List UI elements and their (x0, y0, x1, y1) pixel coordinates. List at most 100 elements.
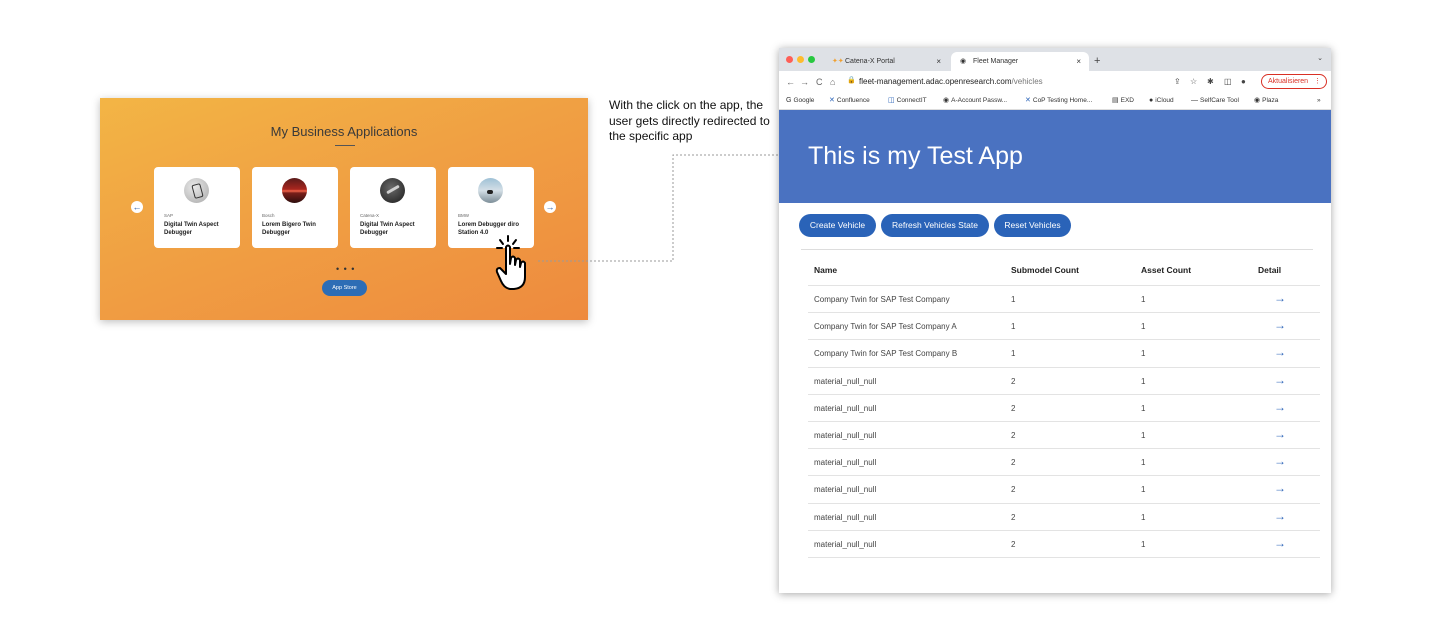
cell-submodel-count: 2 (1011, 431, 1016, 440)
slide-canvas: My Business Applications ← → SAP Digital… (0, 0, 1430, 640)
table-row[interactable]: material_null_null 2 1 → (808, 421, 1320, 448)
app-card-bosch[interactable]: Bosch Lorem Bigero Twin Debugger (252, 167, 338, 248)
phone-icon (184, 178, 209, 203)
bookmark-label: A-Account Passw... (951, 97, 1008, 104)
arrow-right-icon[interactable]: → (1274, 400, 1286, 414)
app-thumbnail-image (478, 178, 503, 203)
cell-submodel-count: 2 (1011, 539, 1016, 549)
cell-asset-count: 1 (1141, 431, 1146, 440)
update-button[interactable]: Aktualisieren ⋮ (1261, 74, 1327, 89)
share-icon[interactable]: ⇪ (1174, 76, 1181, 88)
table-row[interactable]: material_null_null 2 1 → (808, 475, 1320, 502)
folder-icon: ◫ (888, 97, 895, 104)
arrow-right-icon[interactable]: → (1274, 373, 1286, 387)
carousel-prev-icon[interactable]: ← (131, 201, 143, 213)
table-row[interactable]: Company Twin for SAP Test Company B 1 1 → (808, 339, 1320, 366)
bookmark-exd[interactable]: ▤ EXD (1112, 95, 1134, 107)
home-button[interactable]: ⌂ (830, 75, 835, 89)
app-vendor: SAP (164, 213, 174, 218)
annotation-text: With the click on the app, the user gets… (609, 98, 770, 143)
cell-submodel-count: 1 (1011, 322, 1016, 332)
arrow-right-icon[interactable]: → (1274, 291, 1286, 305)
address-bar[interactable]: fleet-management.adac.openresearch.com/v… (859, 76, 1043, 88)
refresh-vehicles-state-button[interactable]: Refresh Vehicles State (881, 214, 989, 237)
app-vendor: Catena-X (360, 213, 380, 218)
bookmark-label: Confluence (836, 97, 870, 104)
app-card-catena-x[interactable]: Catena-X Digital Twin Aspect Debugger (350, 167, 436, 248)
cell-asset-count: 1 (1141, 485, 1146, 495)
tab-catena-x-portal[interactable]: ✦✦ Catena-X Portal × (823, 52, 949, 71)
bookmark-label: CoP Testing Home... (1032, 97, 1093, 104)
bookmarks-overflow-icon[interactable]: » (1317, 95, 1321, 107)
table-row[interactable]: Company Twin for SAP Test Company 1 1 → (808, 285, 1320, 312)
bookmark-google[interactable]: G Google (786, 95, 814, 107)
table-bottom-border (808, 557, 1320, 558)
confluence-icon: ✕ (829, 97, 835, 104)
bookmark-cop-testing[interactable]: ✕ CoP Testing Home... (1025, 95, 1092, 107)
table-row[interactable]: material_null_null 2 1 → (808, 448, 1320, 475)
table-row[interactable]: material_null_null 2 1 → (808, 502, 1320, 530)
chevron-down-icon[interactable]: ⌄ (1317, 54, 1323, 62)
bookmark-connectit[interactable]: ◫ ConnectIT (888, 95, 927, 107)
cell-name: material_null_null (814, 512, 877, 522)
lock-icon[interactable]: 🔒 (847, 76, 856, 84)
tab-close-icon[interactable]: × (936, 52, 941, 71)
reset-vehicles-button[interactable]: Reset Vehicles (994, 214, 1071, 237)
bookmark-label: SelfCare Tool (1200, 97, 1239, 104)
document-icon: ▤ (1112, 97, 1119, 104)
cell-asset-count: 1 (1141, 322, 1146, 332)
star-icon[interactable]: ☆ (1190, 76, 1197, 88)
arrow-right-icon[interactable]: → (1274, 481, 1286, 495)
cell-asset-count: 1 (1141, 349, 1146, 359)
bookmark-icloud[interactable]: ● iCloud (1149, 95, 1174, 107)
app-name: Digital Twin Aspect Debugger (360, 222, 415, 236)
table-row[interactable]: material_null_null 2 1 → (808, 529, 1320, 557)
tab-close-icon[interactable]: × (1076, 52, 1081, 71)
arrow-right-icon[interactable]: → (1274, 318, 1286, 332)
column-header-detail: Detail (1258, 265, 1282, 275)
table-row[interactable]: Company Twin for SAP Test Company A 1 1 → (808, 312, 1320, 339)
confluence-icon: ✕ (1025, 97, 1031, 104)
arrow-right-icon[interactable]: → (1274, 509, 1286, 523)
table-row[interactable]: material_null_null 2 1 → (808, 393, 1320, 421)
app-vendor: BMW (458, 213, 469, 218)
menu-dots-icon[interactable]: ⋮ (1314, 75, 1321, 88)
create-vehicle-button[interactable]: Create Vehicle (799, 214, 876, 237)
cell-name: material_null_null (814, 431, 877, 440)
hand-pointer-icon (495, 235, 526, 290)
new-tab-button[interactable]: + (1094, 52, 1100, 71)
window-maximize-button[interactable] (808, 56, 815, 63)
bookmark-label: Plaza (1262, 97, 1279, 104)
window-minimize-button[interactable] (797, 56, 804, 63)
column-header-name: Name (814, 265, 838, 275)
arrow-right-icon[interactable]: → (1274, 345, 1286, 359)
arrow-right-icon[interactable]: → (1274, 536, 1286, 550)
bookmark-plaza[interactable]: ◉ Plaza (1254, 95, 1278, 107)
bookmark-selfcare[interactable]: — SelfCare Tool (1191, 95, 1239, 107)
reload-button[interactable]: C (816, 75, 823, 89)
extensions-icon[interactable]: ✱ (1207, 76, 1214, 88)
arrow-right-icon[interactable]: → (1274, 427, 1286, 441)
url-path: /vehicles (1011, 77, 1043, 86)
bookmark-label: iCloud (1155, 97, 1174, 104)
table-row[interactable]: material_null_null 2 1 → (808, 366, 1320, 394)
bookmarks-bar: G Google ✕ Confluence ◫ ConnectIT ◉ A-Accoun… (779, 93, 1331, 110)
forward-button[interactable]: → (800, 75, 809, 89)
back-button[interactable]: ← (786, 75, 795, 89)
dash-icon: — (1191, 97, 1198, 104)
sidebar-icon[interactable]: ◫ (1224, 76, 1232, 88)
cell-asset-count: 1 (1141, 295, 1146, 304)
carousel-dots[interactable]: • • • (336, 264, 355, 274)
cell-submodel-count: 1 (1011, 295, 1016, 304)
tab-fleet-manager[interactable]: ◉ Fleet Manager × (951, 52, 1089, 71)
carousel-next-icon[interactable]: → (544, 201, 556, 213)
arrow-right-icon[interactable]: → (1274, 454, 1286, 468)
cell-asset-count: 1 (1141, 376, 1146, 386)
window-close-button[interactable] (786, 56, 793, 63)
page-title: This is my Test App (808, 142, 1023, 170)
app-card-sap[interactable]: SAP Digital Twin Aspect Debugger (154, 167, 240, 248)
app-store-button[interactable]: App Store (322, 280, 367, 296)
profile-icon[interactable]: ● (1241, 76, 1246, 88)
bookmark-confluence[interactable]: ✕ Confluence (829, 95, 870, 107)
bookmark-a-account[interactable]: ◉ A-Account Passw... (943, 95, 1007, 107)
